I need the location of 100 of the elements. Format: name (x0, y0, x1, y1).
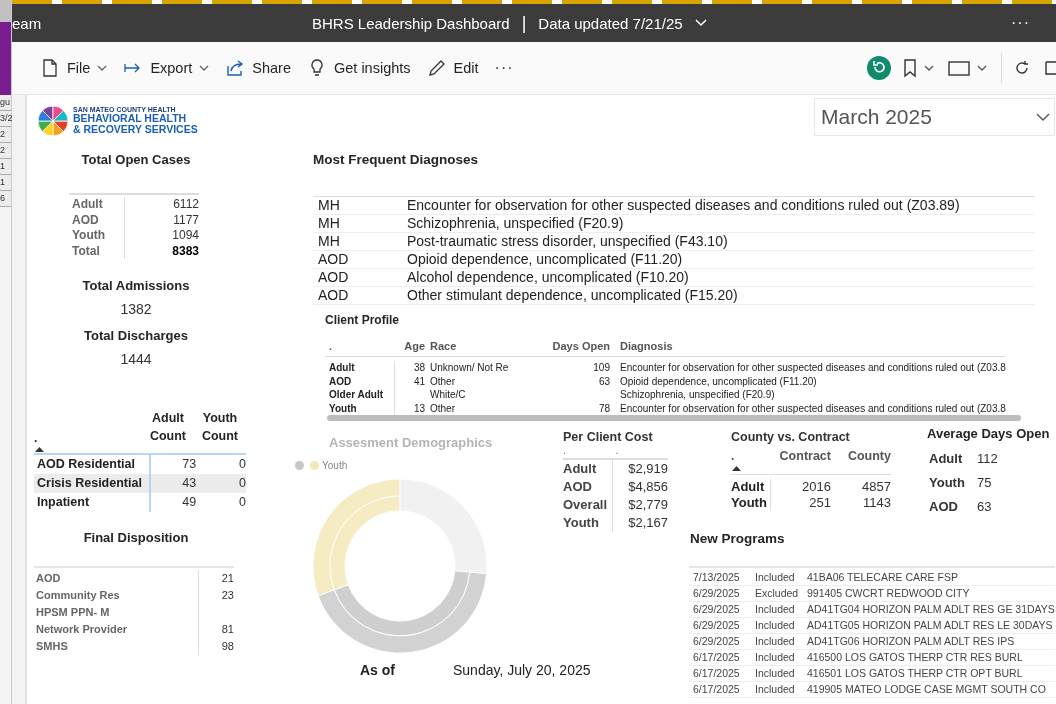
section-title: County vs. Contract (731, 430, 851, 444)
report-title: BHRS Leadership Dashboard (312, 14, 510, 32)
table-cell-text: MH (317, 197, 341, 214)
window-cell: 3/2 (0, 111, 11, 127)
section-title: Final Disposition (82, 530, 190, 545)
table-cell-text: 21 (220, 571, 234, 586)
more-button[interactable]: ··· (1005, 10, 1036, 36)
column-header[interactable]: County (831, 448, 891, 464)
table-cell-text: Encounter for observation for other suspected diseases and conditions ruled out (Z03.8 (619, 401, 1006, 415)
panel-icon[interactable] (1042, 58, 1056, 78)
window-cell: gu (0, 95, 11, 111)
table-cell-text: 7/13/2025 (692, 570, 741, 585)
document-icon (40, 58, 60, 78)
table-cell-text: Included (755, 666, 796, 681)
row-label: AOD (325, 374, 395, 388)
table-cell-text: 2016 (801, 479, 831, 495)
legend-label: Youth (322, 460, 348, 471)
row-label: Adult (731, 479, 771, 495)
row-label: SMHS (34, 638, 199, 655)
table-cell-text: 41 (412, 374, 425, 388)
table-cell-text: 109 (592, 361, 610, 375)
column-header[interactable]: Adult Count (142, 409, 194, 445)
table-cell: AD41TG05 HORIZON PALM ADLT RES LE 30DAYS (807, 618, 1053, 633)
table-cell: 419905 MATEO LODGE CASE MGMT SOUTH CO (807, 682, 1046, 697)
table-cell: Post-traumatic stress disorder, unspecified (F43.10) (407, 233, 728, 250)
column-header[interactable]: Race (425, 339, 550, 353)
row-label: Youth (929, 475, 965, 490)
table-row[interactable]: Crisis Residential 43 0 (34, 474, 246, 493)
column-header[interactable]: . (731, 448, 771, 464)
table-cell-text: AOD (317, 287, 350, 304)
file-button[interactable]: File (34, 54, 114, 82)
table-cell: 991405 CWCRT REDWOOD CITY (807, 586, 970, 601)
table-cell-text: Other (429, 374, 456, 388)
share-button[interactable]: Share (219, 54, 297, 82)
table-cell-text: 23 (220, 588, 234, 603)
column-header[interactable]: Days Open (550, 339, 610, 353)
reset-icon[interactable] (867, 56, 891, 80)
table-cell-text: 1143 (862, 495, 891, 511)
section-title: Total Open Cases (80, 152, 192, 167)
caret-icon[interactable] (694, 19, 707, 27)
title-separator: | (521, 12, 527, 34)
column-header[interactable]: . (34, 431, 142, 445)
column-header[interactable]: Contract (771, 448, 831, 464)
kpi-value: 1382 (120, 301, 152, 317)
row-label: AOD (34, 570, 199, 587)
row-label: Overall (563, 496, 613, 514)
window-cell: 2 (0, 143, 11, 159)
table-row[interactable]: Inpatient 49 0 (34, 493, 246, 512)
row-label: Adult (325, 361, 395, 375)
kpi-value: 75 (977, 475, 992, 490)
edit-button[interactable]: Edit (420, 54, 485, 82)
table-cell-text: Included (755, 602, 796, 617)
column-header[interactable]: . (615, 444, 668, 458)
column-header[interactable]: Age (395, 339, 425, 353)
table-cell-text: 251 (808, 495, 831, 511)
table-cell: Other stimulant dependence, uncomplicated (F15.20) (407, 287, 738, 304)
column-header[interactable]: Diagnosis (610, 339, 673, 353)
table-cell-text: 6/29/2025 (692, 586, 741, 601)
column-header[interactable]: . (325, 339, 395, 353)
scrollbar[interactable] (327, 415, 1021, 421)
table-cell-text: $2,919 (627, 460, 668, 478)
as-of-date: Sunday, July 20, 2025 (453, 662, 591, 678)
row-label: HPSM PPN- M (34, 604, 199, 621)
table-cell: Alcohol dependence, uncomplicated (F10.20) (407, 269, 689, 286)
section-title: New Programs (690, 531, 785, 546)
column-header[interactable]: . (563, 444, 616, 458)
row-label: Adult (563, 460, 613, 478)
month-slicer[interactable]: March 2025 (814, 98, 1055, 136)
insights-button[interactable]: Get insights (301, 54, 417, 82)
section-title: Most Frequent Diagnoses (313, 152, 479, 167)
table-cell-text: 6/17/2025 (692, 650, 741, 665)
table-cell-text: Opioid dependence, uncomplicated (F11.20) (619, 374, 817, 388)
logo-title: & RECOVERY SERVICES (73, 124, 198, 135)
row-label: Youth (731, 495, 771, 511)
chart-title: Assesment Demographics (329, 435, 493, 450)
row-label: Adult (69, 197, 125, 213)
table-cell-text: Schizophrenia, unspecified (F20.9) (619, 388, 775, 402)
section-title: Per Client Cost (563, 430, 654, 444)
export-button[interactable]: Export (117, 54, 216, 82)
table-cell-text: Unknown/ Not Re (429, 361, 510, 375)
sort-arrow-icon[interactable] (732, 465, 741, 471)
table-cell-text: $2,167 (627, 514, 668, 532)
table-cell-text: MH (317, 233, 341, 250)
window-cell: 1 (0, 159, 11, 175)
table-cell-text: 6/29/2025 (692, 602, 741, 617)
table-cell-text: 81 (220, 622, 234, 637)
window-cell: 1 (0, 175, 11, 191)
table-cell-text: Included (755, 570, 796, 585)
column-header[interactable]: Youth Count (194, 409, 246, 445)
table-cell: Opioid dependence, uncomplicated (F11.20) (407, 251, 683, 268)
row-label: Youth (563, 514, 613, 532)
table-cell-text: Included (755, 634, 796, 649)
table-cell-text: 4857 (861, 479, 891, 495)
section-title: Average Days Open (927, 426, 1050, 441)
table-cell-text: 6/29/2025 (692, 618, 741, 633)
table-cell-text: 6/17/2025 (692, 666, 741, 681)
more-button[interactable]: ··· (488, 55, 520, 81)
table-cell-text: 98 (220, 639, 234, 654)
sort-arrow-icon[interactable] (35, 446, 44, 452)
table-cell-text: 1177 (172, 212, 199, 228)
